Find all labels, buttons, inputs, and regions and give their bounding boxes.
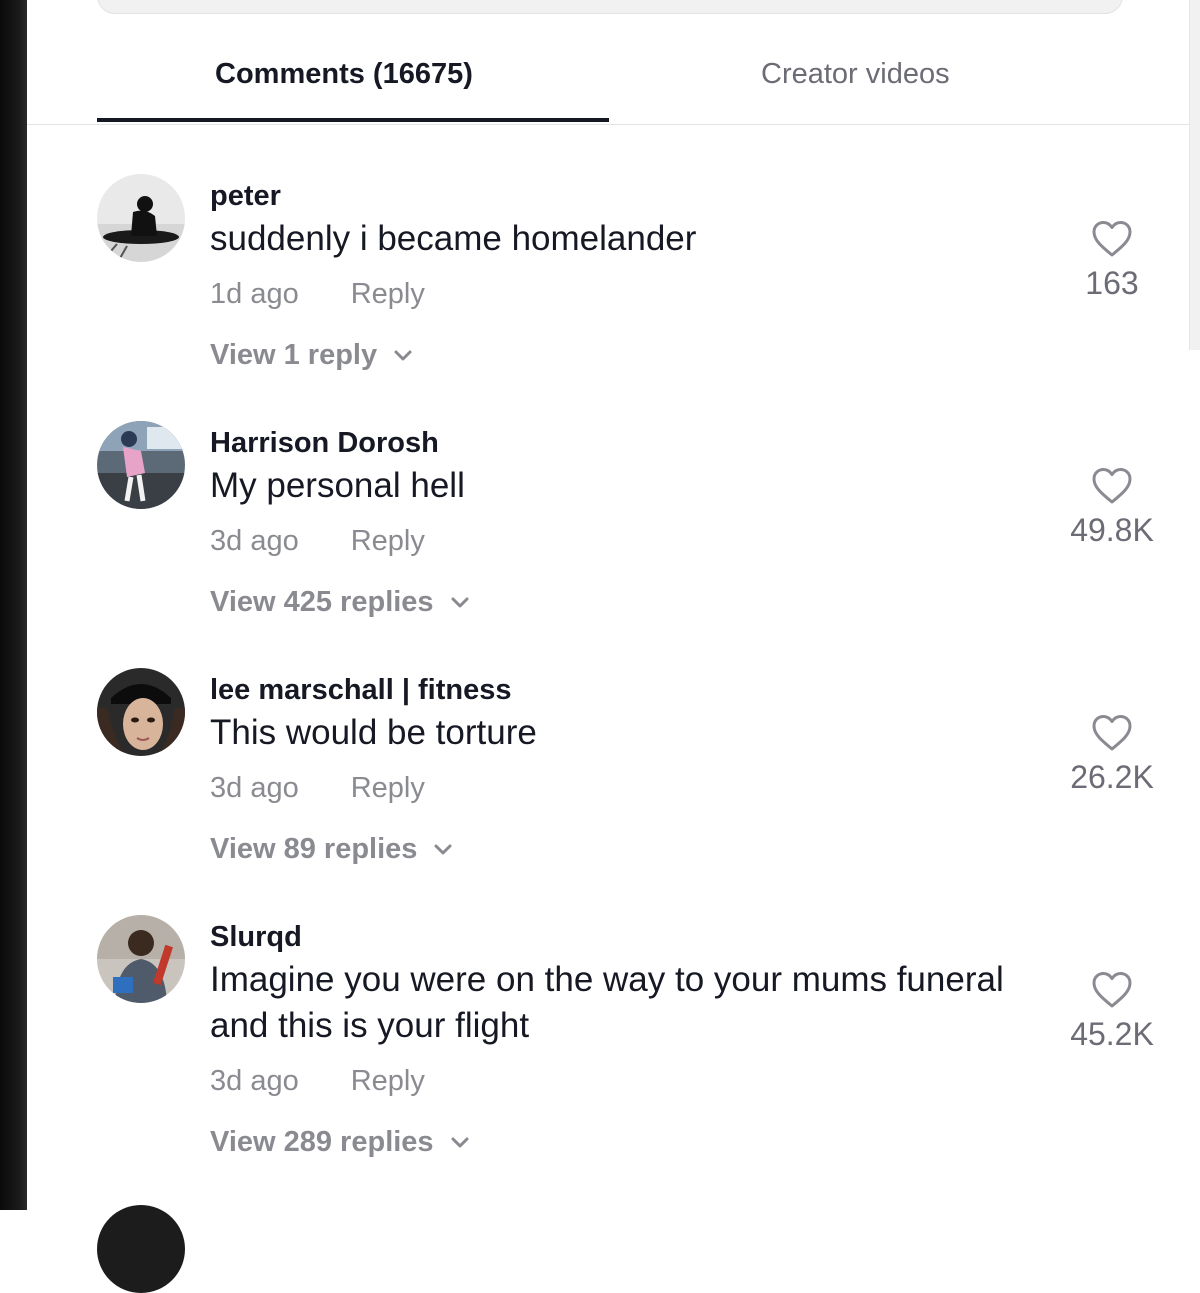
- comment-text: Imagine you were on the way to your mums…: [210, 960, 1004, 1045]
- like-count: 163: [1085, 265, 1139, 301]
- window-edge: [0, 0, 27, 1210]
- comment-meta: 1d ago Reply: [210, 276, 1040, 312]
- comment-body: Slurqd Imagine you were on the way to yo…: [210, 915, 1040, 1160]
- like-button[interactable]: 45.2K: [1057, 971, 1167, 1053]
- like-button[interactable]: 163: [1057, 220, 1167, 302]
- chevron-down-icon: [450, 1123, 470, 1159]
- chevron-down-icon: [393, 336, 413, 372]
- view-replies-label: View 425 replies: [210, 586, 434, 618]
- comment-meta: 3d ago Reply: [210, 1063, 1040, 1099]
- avatar[interactable]: [97, 1205, 185, 1293]
- chevron-down-icon: [433, 830, 453, 866]
- active-tab-indicator: [97, 118, 609, 122]
- comment-time: 1d ago: [210, 278, 299, 310]
- view-replies-label: View 1 reply: [210, 339, 378, 371]
- avatar[interactable]: [97, 174, 185, 262]
- comment-body: lee marschall | fitness This would be to…: [210, 668, 1040, 867]
- like-count: 49.8K: [1070, 512, 1154, 548]
- comment-text: This would be torture: [210, 713, 537, 752]
- comment-username[interactable]: Harrison Dorosh: [210, 425, 1040, 461]
- view-replies-button[interactable]: View 1 reply: [210, 337, 1040, 373]
- scrollbar[interactable]: [1189, 0, 1200, 350]
- like-count: 26.2K: [1070, 759, 1154, 795]
- view-replies-button[interactable]: View 425 replies: [210, 584, 1040, 620]
- tab-comments[interactable]: Comments (16675): [215, 58, 473, 91]
- heart-outline-icon: [1057, 971, 1167, 1009]
- heart-outline-icon: [1057, 714, 1167, 752]
- tab-creator-videos[interactable]: Creator videos: [761, 58, 950, 91]
- reply-button[interactable]: Reply: [351, 772, 425, 804]
- reply-button[interactable]: Reply: [351, 525, 425, 557]
- comment-meta: 3d ago Reply: [210, 770, 1040, 806]
- heart-outline-icon: [1057, 467, 1167, 505]
- chevron-down-icon: [450, 583, 470, 619]
- view-replies-button[interactable]: View 89 replies: [210, 831, 1040, 867]
- view-replies-label: View 289 replies: [210, 1126, 434, 1158]
- reply-button[interactable]: Reply: [351, 1065, 425, 1097]
- comments-panel: Comments (16675) Creator videos peter su…: [27, 0, 1190, 1293]
- comment-time: 3d ago: [210, 772, 299, 804]
- view-replies-button[interactable]: View 289 replies: [210, 1124, 1040, 1160]
- comment-meta: 3d ago Reply: [210, 523, 1040, 559]
- like-count: 45.2K: [1070, 1016, 1154, 1052]
- comment-time: 3d ago: [210, 1065, 299, 1097]
- like-button[interactable]: 49.8K: [1057, 467, 1167, 549]
- comment-body: peter suddenly i became homelander 1d ag…: [210, 174, 1040, 373]
- comment-username[interactable]: Slurqd: [210, 919, 1040, 955]
- avatar[interactable]: [97, 915, 185, 1003]
- comment-username[interactable]: peter: [210, 178, 1040, 214]
- avatar[interactable]: [97, 421, 185, 509]
- comment-time: 3d ago: [210, 525, 299, 557]
- comment-text: My personal hell: [210, 466, 465, 505]
- avatar[interactable]: [97, 668, 185, 756]
- view-replies-label: View 89 replies: [210, 833, 418, 865]
- tab-bar: Comments (16675) Creator videos: [27, 0, 1190, 125]
- reply-button[interactable]: Reply: [351, 278, 425, 310]
- comment-body: Harrison Dorosh My personal hell 3d ago R…: [210, 421, 1040, 620]
- comment-username[interactable]: lee marschall | fitness: [210, 672, 1040, 708]
- heart-outline-icon: [1057, 220, 1167, 258]
- comment-text: suddenly i became homelander: [210, 219, 697, 258]
- like-button[interactable]: 26.2K: [1057, 714, 1167, 796]
